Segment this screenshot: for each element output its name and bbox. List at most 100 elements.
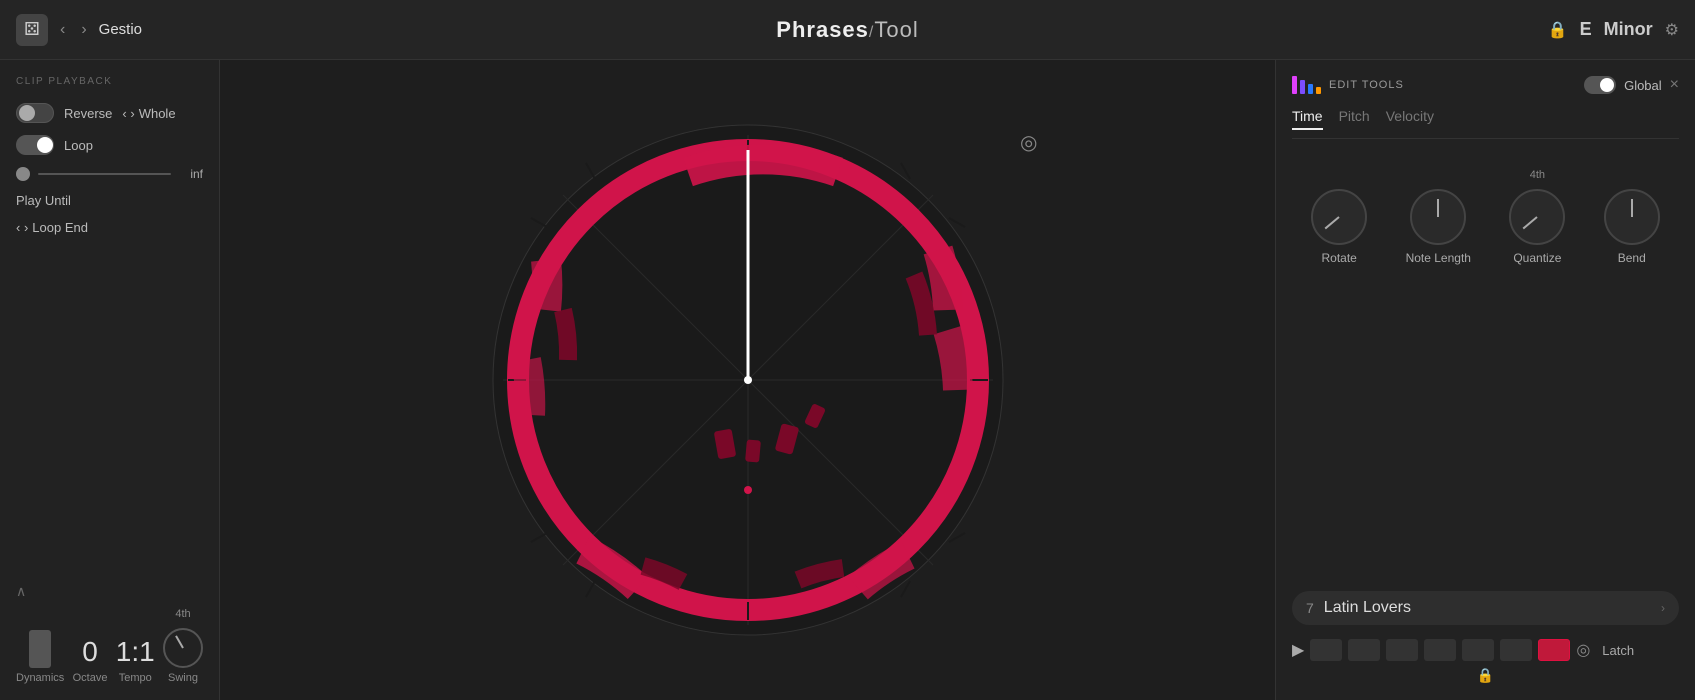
color-bar-4 [1316,87,1321,94]
slider-handle[interactable] [16,167,30,181]
bottom-controls: ∧ Dynamics 0 Octave 1:1 Tempo 4th [16,583,203,684]
quantize-value: 4th [1530,169,1545,181]
loop-toggle-knob [37,137,53,153]
slider-value: inf [179,167,203,181]
preset-row[interactable]: 7 Latin Lovers › [1292,591,1679,625]
dynamics-icon[interactable] [29,630,51,668]
loop-label: Loop [64,138,93,153]
dynamics-label: Dynamics [16,672,64,684]
play-button[interactable]: ▶ [1292,640,1304,660]
topbar-right: 🔒 E Minor ⚙ [1379,19,1679,40]
topbar: ⚄ ‹ › Gestio Phrases/Tool 🔒 E Minor ⚙ [0,0,1695,60]
tempo-item: 1:1 Tempo [116,636,155,684]
global-label: Global [1624,78,1662,93]
tab-pitch[interactable]: Pitch [1339,108,1370,130]
slot-3[interactable] [1386,639,1418,661]
preset-name: Latin Lovers [1324,599,1661,617]
slot-2[interactable] [1348,639,1380,661]
loop-end-label: Loop End [32,220,88,235]
tempo-label: Tempo [119,672,152,684]
loop-row: Loop [16,135,203,155]
reverse-toggle[interactable] [16,103,54,123]
octave-label: Octave [73,672,108,684]
tempo-value[interactable]: 1:1 [116,636,155,668]
note-length-knob[interactable] [1410,189,1466,245]
octave-item: 0 Octave [73,636,108,684]
note-length-needle [1437,199,1439,217]
swing-label: Swing [168,672,198,684]
reverse-label: Reverse [64,106,112,121]
whole-control[interactable]: ‹ › Whole [122,106,175,121]
tab-velocity[interactable]: Velocity [1386,108,1434,130]
app-title: Gestio [99,21,142,38]
app-icon[interactable]: ⚄ [16,14,48,46]
color-bars [1292,76,1321,94]
edit-tools-label: EDIT TOOLS [1329,79,1576,91]
main-content: CLIP PLAYBACK Reverse ‹ › Whole Loop inf… [0,60,1695,700]
slot-4[interactable] [1424,639,1456,661]
gear-icon[interactable]: ⚙ [1665,20,1679,40]
lock-icon[interactable]: 🔒 [1548,20,1568,40]
circle-container[interactable]: ◎ [488,120,1008,640]
edit-tools-header: EDIT TOOLS Global × [1292,76,1679,94]
swing-knob[interactable] [163,628,203,668]
color-bar-1 [1292,76,1297,94]
right-panel: EDIT TOOLS Global × Time Pitch Velocity … [1275,60,1695,700]
color-bar-2 [1300,80,1305,94]
bend-knob[interactable] [1604,189,1660,245]
tab-row: Time Pitch Velocity [1292,108,1679,139]
quantize-needle [1523,216,1538,229]
slot-1[interactable] [1310,639,1342,661]
note-length-label: Note Length [1406,251,1471,265]
phrases-tool-title: Phrases/Tool [776,17,918,43]
center-panel: ◎ [220,60,1275,700]
slider-track[interactable] [38,173,171,175]
loop-toggle[interactable] [16,135,54,155]
tab-time[interactable]: Time [1292,108,1323,130]
swing-needle [175,635,184,648]
scale-label[interactable]: Minor [1604,19,1653,40]
bottom-row: Dynamics 0 Octave 1:1 Tempo 4th Swing [16,608,203,684]
slot-7-active[interactable] [1538,639,1570,661]
knob-row: Rotate Note Length 4th Quantize Bend [1292,169,1679,265]
rotate-knob-item: Rotate [1311,189,1367,265]
left-panel: CLIP PLAYBACK Reverse ‹ › Whole Loop inf… [0,60,220,700]
play-until-row: Play Until [16,193,203,208]
rotate-knob[interactable] [1311,189,1367,245]
preset-section: 7 Latin Lovers › ▶ ◎ Latch 🔒 [1292,581,1679,684]
topbar-left: ⚄ ‹ › Gestio [16,14,316,46]
slot-6[interactable] [1500,639,1532,661]
global-toggle[interactable] [1584,76,1616,94]
nav-back-button[interactable]: ‹ [56,17,69,43]
playback-row: ▶ ◎ Latch [1292,639,1679,661]
bend-needle [1631,199,1633,217]
octave-value[interactable]: 0 [82,636,98,668]
slot-5[interactable] [1462,639,1494,661]
play-until-label: Play Until [16,193,71,208]
close-button[interactable]: × [1670,76,1679,94]
preset-arrow[interactable]: › [1661,601,1665,615]
quantize-knob[interactable] [1509,189,1565,245]
nav-forward-button[interactable]: › [77,17,90,43]
bottom-lock-icon[interactable]: 🔒 [1477,667,1494,684]
quantize-label: Quantize [1513,251,1561,265]
reverse-toggle-knob [19,105,35,121]
global-toggle-knob [1600,78,1614,92]
circular-display[interactable] [488,120,1008,640]
rotate-label: Rotate [1322,251,1357,265]
loop-end-row: ‹ › Loop End [16,220,203,235]
quantize-knob-item: 4th Quantize [1509,169,1565,265]
whole-label: Whole [139,106,176,121]
palette-icon[interactable]: ◎ [1576,640,1590,660]
loop-end-control[interactable]: ‹ › Loop End [16,220,88,235]
global-toggle-wrap: Global [1584,76,1662,94]
reverse-row: Reverse ‹ › Whole [16,103,203,123]
preset-number: 7 [1306,600,1314,616]
bend-label: Bend [1618,251,1646,265]
latch-label: Latch [1602,643,1634,658]
chevron-up[interactable]: ∧ [16,583,203,600]
bend-knob-item: Bend [1604,189,1660,265]
slider-row: inf [16,167,203,181]
key-label[interactable]: E [1580,19,1592,40]
target-icon[interactable]: ◎ [1020,130,1037,155]
